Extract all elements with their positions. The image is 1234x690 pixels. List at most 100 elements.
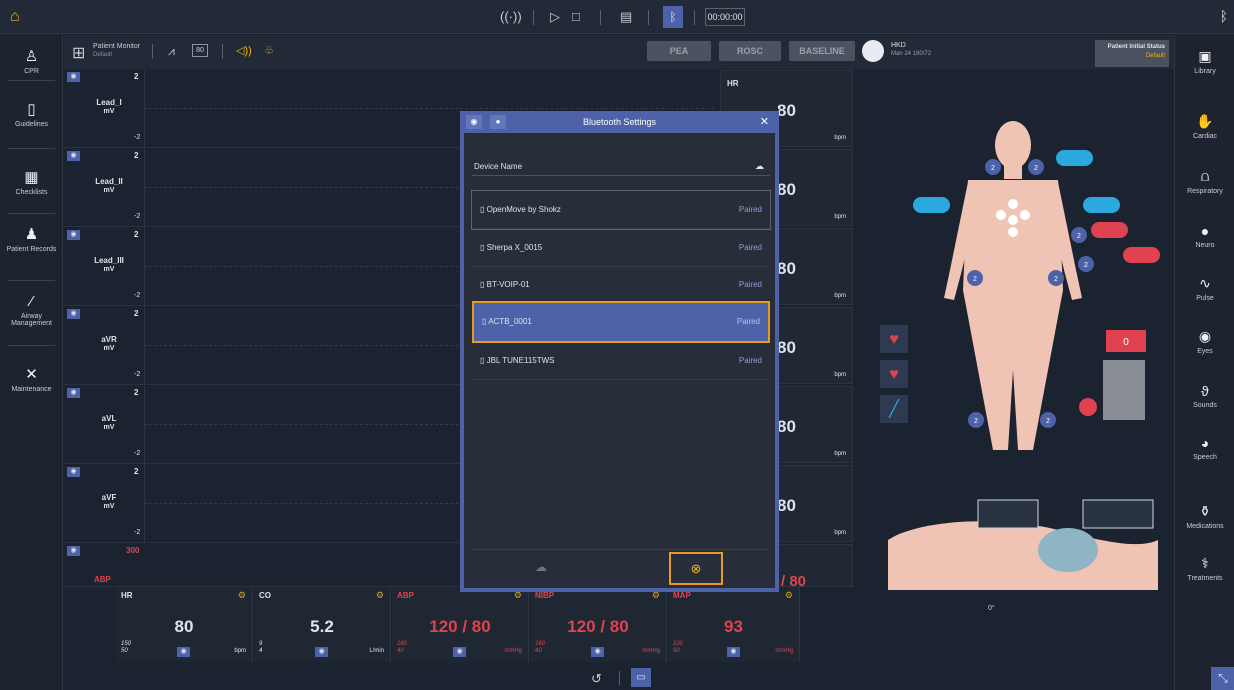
divider bbox=[8, 80, 55, 81]
nav-respiratory[interactable]: ⩍ Respiratory bbox=[1175, 168, 1234, 195]
device-status: Paired bbox=[738, 356, 762, 365]
history-icon[interactable]: ↺ bbox=[591, 671, 602, 687]
nav-pulse[interactable]: ∿ Pulse bbox=[1175, 275, 1234, 302]
nav-neuro[interactable]: ● Neuro bbox=[1175, 223, 1234, 249]
nav-patient-records[interactable]: ♟ Patient Records bbox=[0, 225, 63, 253]
broadcast-icon[interactable]: ((·)) bbox=[500, 9, 522, 24]
vital-label: HR bbox=[727, 79, 739, 88]
device-row[interactable]: ▯ Sherpa X_0015 Paired bbox=[472, 229, 770, 267]
chat-icon[interactable]: ▭ bbox=[631, 668, 651, 687]
nav-treatments[interactable]: ⚕ Treatments bbox=[1175, 555, 1234, 582]
pulse-icon: ∿ bbox=[1199, 275, 1211, 291]
initial-status-panel[interactable]: Patient Initial Status Default bbox=[1095, 40, 1169, 67]
wave-unit: mV bbox=[103, 345, 115, 352]
home-icon[interactable]: ⌂ bbox=[10, 8, 20, 26]
eye-icon[interactable]: ◉ bbox=[67, 309, 80, 319]
nav-label: Neuro bbox=[1195, 242, 1215, 249]
patient-view: 2 2 2 2 2 2 2 2 ♥ ♥ ╱ 0 0° bbox=[858, 70, 1172, 660]
gear-icon[interactable]: ⚙ bbox=[376, 590, 384, 601]
stop-icon[interactable]: □ bbox=[572, 9, 580, 24]
eye-icon[interactable]: ◉ bbox=[726, 647, 740, 657]
play-icon[interactable]: ▷ bbox=[550, 9, 560, 25]
eye-icon[interactable]: ◉ bbox=[591, 647, 605, 657]
nav-checklists[interactable]: ▦ Checklists bbox=[0, 168, 63, 196]
nav-airway-management[interactable]: ⁄ Airway Management bbox=[0, 293, 63, 327]
map-tile[interactable]: MAP ⚙ 93 100 60 ◉ mmHg bbox=[668, 587, 800, 662]
hr-tile[interactable]: HR ⚙ 80 150 50 ◉ bpm bbox=[116, 587, 253, 662]
device-row-selected[interactable]: ▯ ACTB_0001 Paired bbox=[472, 301, 770, 343]
device-status: Paired bbox=[738, 280, 762, 289]
nav-library[interactable]: ▣ Library bbox=[1175, 48, 1234, 75]
eye-icon[interactable]: ◉ bbox=[67, 388, 80, 398]
eye-icon[interactable]: ◉ bbox=[315, 647, 329, 657]
left-sidebar: ♙ CPR ▯ Guidelines ▦ Checklists ♟ Patient Re… bbox=[0, 35, 63, 690]
device-row[interactable]: ▯ OpenMove by Shokz Paired bbox=[471, 190, 771, 230]
device-name: ▯ BT-VOIP-01 bbox=[480, 280, 530, 289]
nav-guidelines[interactable]: ▯ Guidelines bbox=[0, 100, 63, 128]
connect-button[interactable]: ⊗ bbox=[669, 552, 723, 585]
nav-label: Eyes bbox=[1197, 348, 1213, 355]
volume-icon[interactable]: ◁)) bbox=[236, 44, 252, 57]
disconnect-icon[interactable]: ☁ bbox=[535, 560, 547, 574]
abp-tile[interactable]: ABP ⚙ 120 / 80 160 40 ◉ mmHg bbox=[392, 587, 529, 662]
co-tile[interactable]: CO ⚙ 5.2 94 ◉ L/min bbox=[254, 587, 391, 662]
tile-unit: bpm bbox=[234, 648, 246, 654]
nav-speech[interactable]: ◕ Speech bbox=[1175, 435, 1234, 461]
gear-icon[interactable]: ⚙ bbox=[238, 590, 246, 601]
tile-high-limit: 150 bbox=[121, 641, 132, 647]
nav-eyes[interactable]: ◉ Eyes bbox=[1175, 328, 1234, 355]
nav-medications[interactable]: ⚱ Medications bbox=[1175, 503, 1234, 530]
tile-low-limit: 50 bbox=[121, 648, 128, 654]
device-row[interactable]: ▯ BT-VOIP-01 Paired bbox=[472, 266, 770, 304]
monitor-subtitle: Default bbox=[93, 52, 113, 58]
baseline bbox=[144, 108, 714, 109]
svg-text:2: 2 bbox=[974, 418, 978, 425]
clipboard-icon: ▦ bbox=[24, 169, 39, 186]
eye-icon[interactable]: ◉ bbox=[67, 467, 80, 477]
nav-maintenance[interactable]: ✕ Maintenance bbox=[0, 365, 63, 393]
hand-icon: ✋ bbox=[1196, 113, 1214, 129]
dialog-title: Bluetooth Settings bbox=[582, 117, 657, 127]
eye-icon[interactable]: ◉ bbox=[67, 546, 80, 556]
bluetooth-icon[interactable]: ᛒ bbox=[663, 6, 683, 28]
gear-icon[interactable]: ⚙ bbox=[785, 590, 793, 601]
vital-unit: bpm bbox=[834, 293, 846, 299]
nibp-tile[interactable]: NIBP ⚙ 120 / 80 160 40 ◉ mmHg bbox=[530, 587, 667, 662]
waveform-icon[interactable]: ⩘ bbox=[168, 44, 175, 59]
pea-button[interactable]: PEA bbox=[647, 41, 711, 61]
close-icon[interactable]: ✕ bbox=[760, 115, 769, 128]
eye-icon[interactable]: ◉ bbox=[453, 647, 467, 657]
nav-sounds[interactable]: ϑ Sounds bbox=[1175, 383, 1234, 409]
eye-icon[interactable]: ◉ bbox=[67, 230, 80, 240]
eye-icon[interactable]: ◉ bbox=[67, 72, 80, 82]
svg-text:2: 2 bbox=[1054, 276, 1058, 283]
rosc-button[interactable]: ROSC bbox=[719, 41, 781, 61]
nav-cardiac[interactable]: ✋ Cardiac bbox=[1175, 113, 1234, 140]
save-icon[interactable]: ▤ bbox=[620, 9, 632, 25]
nav-cpr[interactable]: ♙ CPR bbox=[0, 47, 63, 75]
monitor-title: Patient Monitor bbox=[93, 43, 141, 50]
eye-icon[interactable]: ◉ bbox=[177, 647, 191, 657]
scale-bottom: -2 bbox=[134, 371, 141, 378]
scale-bottom: -2 bbox=[134, 213, 141, 220]
baseline-button[interactable]: BASELINE bbox=[789, 41, 855, 61]
avatar[interactable] bbox=[862, 40, 884, 62]
wave-label: ABP bbox=[94, 575, 111, 584]
cloud-refresh-icon[interactable]: ☁ bbox=[755, 161, 764, 172]
separator bbox=[694, 10, 695, 25]
divider bbox=[8, 148, 55, 149]
eye-icon[interactable]: ◉ bbox=[67, 151, 80, 161]
wave-label: aVR bbox=[101, 335, 117, 344]
collapse-icon[interactable]: ⤡ bbox=[1211, 667, 1234, 690]
alarm-icon[interactable]: ♧ bbox=[264, 44, 274, 57]
medication-icon: ⚱ bbox=[1199, 503, 1211, 519]
device-row[interactable]: ▯ JBL TUNE115TWS Paired bbox=[472, 342, 770, 380]
timer-display: 00:00:00 bbox=[705, 8, 745, 26]
svg-text:2: 2 bbox=[1046, 418, 1050, 425]
separator bbox=[600, 10, 601, 25]
eye-icon: ◉ bbox=[1198, 328, 1212, 344]
vital-value: 80 bbox=[777, 259, 796, 278]
layout-icon[interactable]: ⊞ bbox=[72, 43, 85, 63]
numeric-toggle[interactable]: 80 bbox=[192, 44, 208, 57]
body-illustration: 2 2 2 2 2 2 2 2 ♥ ♥ ╱ 0 0° bbox=[880, 121, 1160, 612]
